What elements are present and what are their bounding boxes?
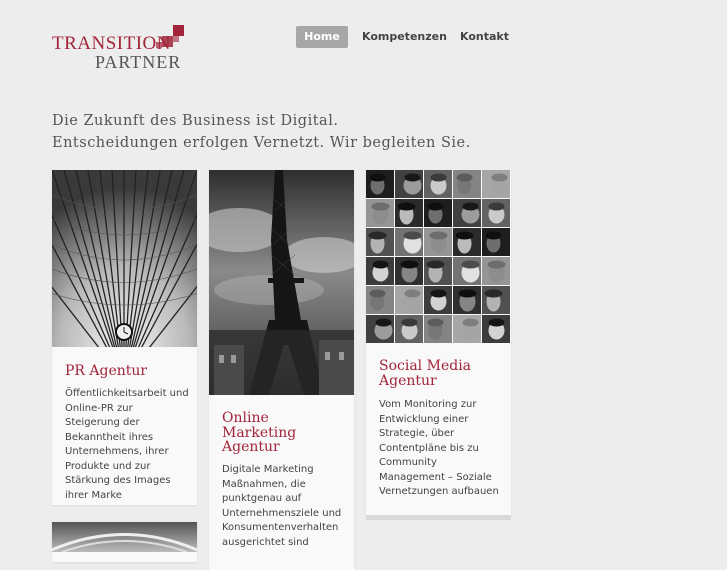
card-text: Öffentlichkeitsarbeit und Online-PR zur … (65, 388, 189, 501)
card-social-media[interactable]: Social Media Agentur Vom Monitoring zur … (366, 170, 511, 515)
card-image-eiffel (209, 170, 354, 395)
card-text: Vom Monitoring zur Entwicklung einer Str… (379, 399, 499, 497)
card-partial (52, 522, 197, 562)
card-shadow (366, 515, 511, 520)
hero-tagline: Die Zukunft des Business ist Digital. En… (52, 110, 471, 154)
logo-square-3 (173, 36, 179, 42)
card-image-partial (52, 522, 197, 552)
logo-square-2 (162, 36, 173, 47)
card-online-marketing[interactable]: Online Marketing Agentur Digitale Market… (209, 170, 354, 570)
card-image-architecture (52, 170, 197, 347)
card-title[interactable]: PR Agentur (65, 364, 147, 379)
card-title[interactable]: Social Media Agentur (379, 359, 489, 388)
logo-square-1 (173, 25, 184, 36)
nav-kompetenzen[interactable]: Kompetenzen (362, 26, 447, 48)
hero-line-1: Die Zukunft des Business ist Digital. (52, 113, 339, 129)
card-image-portrait-grid (366, 170, 511, 343)
nav-home[interactable]: Home (296, 26, 348, 48)
card-text: Digitale Marketing Maßnahmen, die punktg… (222, 464, 342, 548)
card-title[interactable]: Online Marketing Agentur (222, 411, 332, 455)
nav-kontakt[interactable]: Kontakt (460, 26, 509, 48)
logo[interactable]: TRANSITION PARTNER (52, 24, 187, 72)
hero-line-2: Entscheidungen erfolgen Vernetzt. Wir be… (52, 135, 471, 151)
card-pr-agentur[interactable]: PR Agentur Öffentlichkeitsarbeit und Onl… (52, 170, 197, 505)
logo-square-4 (156, 42, 162, 48)
logo-line-2: PARTNER (95, 52, 182, 72)
